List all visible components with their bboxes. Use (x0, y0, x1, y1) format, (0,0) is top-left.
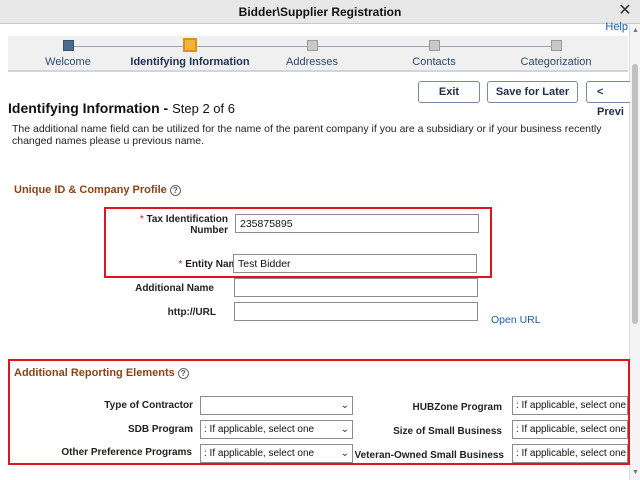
title-bar: Bidder\Supplier Registration ✕ (0, 0, 640, 24)
step-label: Identifying Information (130, 56, 250, 68)
exit-button[interactable]: Exit (418, 81, 480, 103)
small-business-size-label: Size of Small Business (393, 426, 502, 437)
select-value: : If applicable, select one (516, 448, 627, 459)
additional-name-label: Additional Name (135, 283, 214, 294)
close-icon[interactable]: ✕ (616, 2, 634, 20)
scroll-thumb[interactable] (632, 64, 638, 324)
select-value: : If applicable, select one (516, 400, 627, 411)
select-value: : If applicable, select one (204, 424, 315, 435)
chevron-down-icon: ⌄ (340, 424, 349, 435)
help-icon[interactable]: ? (169, 185, 181, 196)
chevron-down-icon: ⌄ (340, 400, 349, 411)
type-of-contractor-label: Type of Contractor (104, 400, 193, 411)
step-progress-bar: Welcome Identifying Information Addresse… (8, 36, 628, 72)
help-link[interactable]: Help (605, 21, 628, 33)
select-value: : If applicable, select one (516, 424, 627, 435)
step-indicator: Step 2 of 6 (172, 101, 235, 116)
intro-text: The additional name field can be utilize… (12, 123, 602, 147)
section-heading-text: Additional Reporting Elements (14, 367, 175, 379)
tin-label: * Tax Identification Number (100, 214, 228, 236)
save-for-later-button[interactable]: Save for Later (487, 81, 578, 103)
tin-input[interactable] (235, 214, 479, 233)
step-node-icon (63, 40, 74, 51)
url-input[interactable] (234, 302, 478, 321)
page-title: Identifying Information - Step 2 of 6 (8, 100, 235, 116)
step-label: Contacts (412, 56, 456, 68)
chevron-down-icon: ⌄ (340, 448, 349, 459)
step-label: Addresses (286, 56, 338, 68)
additional-name-input[interactable] (234, 278, 478, 297)
hubzone-select[interactable]: : If applicable, select one (512, 396, 628, 415)
scroll-up-icon[interactable]: ▲ (631, 26, 640, 36)
open-url-link[interactable]: Open URL (491, 314, 541, 326)
section-heading-unique-id: Unique ID & Company Profile? (14, 184, 181, 196)
sdb-program-label: SDB Program (127, 424, 193, 435)
step-node-icon (307, 40, 318, 51)
step-label: Categorization (520, 56, 592, 68)
sdb-program-select[interactable]: : If applicable, select one ⌄ (200, 420, 353, 439)
step-node-icon (551, 40, 562, 51)
section-heading-text: Unique ID & Company Profile (14, 184, 167, 196)
vertical-scrollbar[interactable]: ▲ ▼ (629, 24, 640, 480)
entity-name-label: * Entity Name (100, 259, 243, 270)
tin-label-text: Tax Identification Number (146, 214, 229, 236)
entity-name-input[interactable] (233, 254, 477, 273)
section-heading-reporting: Additional Reporting Elements? (14, 367, 189, 379)
previous-button[interactable]: < Previ (586, 81, 630, 118)
other-preference-label: Other Preference Programs (61, 447, 192, 458)
required-marker: * (139, 214, 144, 225)
type-of-contractor-select[interactable]: ⌄ (200, 396, 353, 415)
step-node-icon (429, 40, 440, 51)
small-business-size-select[interactable]: : If applicable, select one (512, 420, 628, 439)
hubzone-label: HUBZone Program (412, 402, 502, 413)
required-marker: * (178, 259, 183, 270)
veteran-owned-select[interactable]: : If applicable, select one (512, 444, 628, 463)
step-label: Welcome (45, 56, 91, 68)
step-node-icon (183, 38, 197, 52)
help-icon[interactable]: ? (177, 368, 189, 379)
veteran-owned-label: Veteran-Owned Small Business (354, 450, 505, 461)
select-value: : If applicable, select one (204, 448, 315, 459)
page-title-text: Identifying Information - (8, 100, 173, 116)
other-preference-select[interactable]: : If applicable, select one ⌄ (200, 444, 353, 463)
window-title: Bidder\Supplier Registration (238, 5, 402, 19)
url-label: http://URL (167, 307, 216, 318)
scroll-down-icon[interactable]: ▼ (631, 468, 640, 478)
